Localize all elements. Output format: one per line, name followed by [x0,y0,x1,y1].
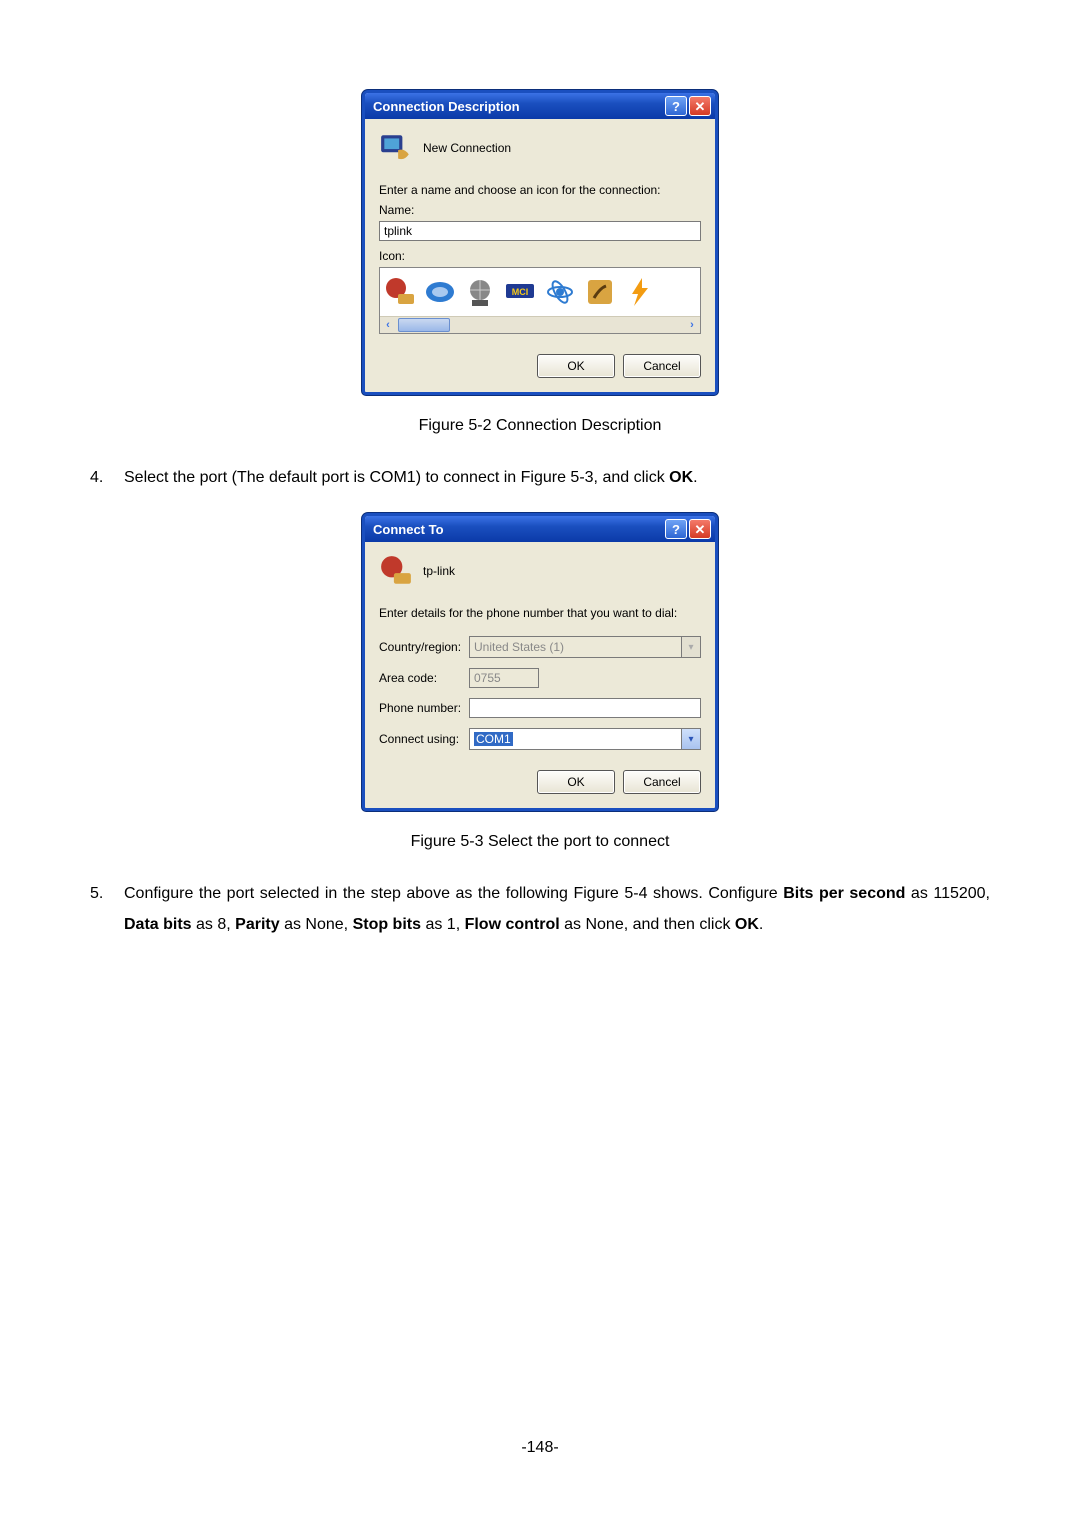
cancel-button[interactable]: Cancel [623,354,701,378]
connection-description-dialog: Connection Description ? ✕ New Connectio… [362,90,718,395]
mci-icon[interactable]: MCI [504,276,536,308]
cancel-button[interactable]: Cancel [623,770,701,794]
scroll-left-arrow[interactable]: ‹ [380,317,396,333]
connect-using-select[interactable]: COM1 ▾ [469,728,701,750]
atom-icon[interactable] [544,276,576,308]
step-number: 4. [90,463,124,493]
connection-icon [379,554,413,588]
step-5: 5. Configure the port selected in the st… [90,879,990,940]
phone-blue-icon[interactable] [424,276,456,308]
connection-name: tp-link [423,564,455,578]
close-button[interactable]: ✕ [689,519,711,539]
scroll-right-arrow[interactable]: › [684,317,700,333]
figure-caption: Figure 5-3 Select the port to connect [90,833,990,851]
ok-button[interactable]: OK [537,354,615,378]
dialog-title: Connect To [373,522,444,537]
icon-picker: MCI ‹ › [379,267,701,334]
instruction-text: Enter a name and choose an icon for the … [379,183,701,197]
lightning-icon[interactable] [624,276,656,308]
satellite-icon[interactable] [584,276,616,308]
dialog-titlebar: Connection Description ? ✕ [365,93,715,119]
country-label: Country/region: [379,640,469,654]
ok-button[interactable]: OK [537,770,615,794]
page-number: -148- [0,1439,1080,1457]
area-code-label: Area code: [379,671,469,685]
svg-text:MCI: MCI [512,287,529,297]
dialog-title: Connection Description [373,99,520,114]
new-connection-icon [379,131,413,165]
close-button[interactable]: ✕ [689,96,711,116]
icon-scrollbar[interactable]: ‹ › [380,316,700,333]
step-number: 5. [90,879,124,940]
area-code-input[interactable] [469,668,539,688]
step-4: 4. Select the port (The default port is … [90,463,990,493]
phone-red-icon[interactable] [384,276,416,308]
chevron-down-icon: ▾ [681,729,700,749]
name-input[interactable] [379,221,701,241]
connect-to-dialog: Connect To ? ✕ tp-link Enter details for… [362,513,718,811]
step-text: Configure the port selected in the step … [124,879,990,940]
step-text: Select the port (The default port is COM… [124,463,990,493]
name-label: Name: [379,203,701,217]
scroll-thumb[interactable] [398,318,450,332]
instruction-text: Enter details for the phone number that … [379,606,701,620]
connect-using-label: Connect using: [379,732,469,746]
chevron-down-icon: ▾ [681,637,700,657]
phone-label: Phone number: [379,701,469,715]
figure-caption: Figure 5-2 Connection Description [90,417,990,435]
phone-input[interactable] [469,698,701,718]
dialog-titlebar: Connect To ? ✕ [365,516,715,542]
globe-modem-icon[interactable] [464,276,496,308]
help-button[interactable]: ? [665,519,687,539]
dialog-subtitle: New Connection [423,141,511,155]
country-select[interactable]: United States (1) ▾ [469,636,701,658]
icon-label: Icon: [379,249,701,263]
help-button[interactable]: ? [665,96,687,116]
